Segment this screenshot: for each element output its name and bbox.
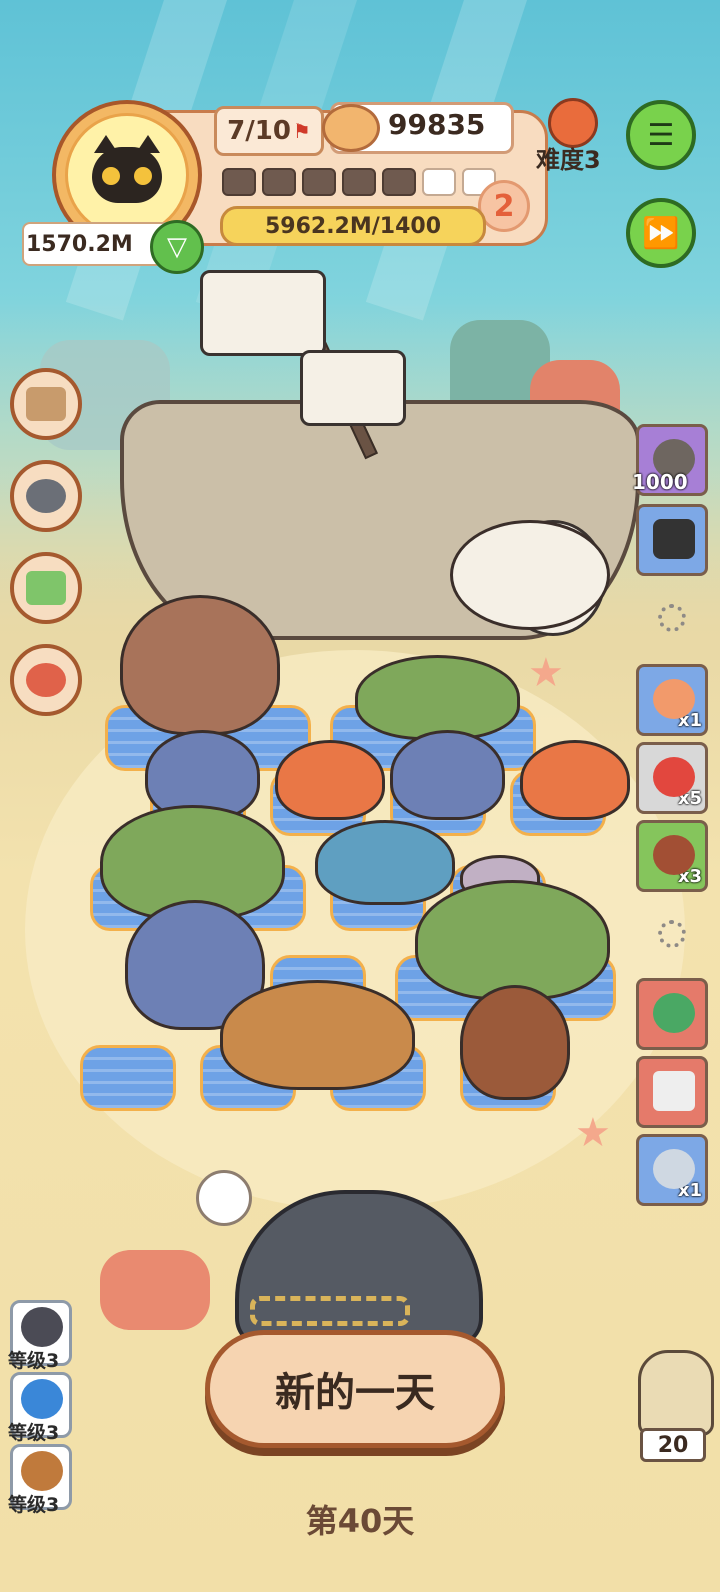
float-icon: [653, 757, 695, 797]
gear-icon: [658, 920, 686, 948]
toolkit-item[interactable]: [636, 1056, 708, 1128]
owl-count: 20: [640, 1428, 706, 1462]
item-price: 1000: [632, 470, 688, 494]
paw-icon: [134, 167, 152, 185]
pan-icon: [26, 479, 66, 513]
ship-sail: [200, 270, 326, 356]
cloud-icon: [21, 1379, 63, 1419]
progress-bar: 5962.2M/1400: [220, 206, 486, 246]
buzzer-tool-button[interactable]: [10, 644, 82, 716]
certificate-icon[interactable]: [196, 1170, 252, 1226]
level-segments: [222, 168, 496, 196]
meteor-item[interactable]: [636, 978, 708, 1050]
segment-filled: [342, 168, 376, 196]
paw-icon: [102, 167, 120, 185]
coral-decor: [100, 1250, 210, 1330]
fast-forward-button[interactable]: ⏩: [626, 198, 696, 268]
population-value: 7/10: [227, 116, 291, 146]
segment-filled: [222, 168, 256, 196]
flying-fish-icon: [653, 1149, 695, 1189]
expand-button[interactable]: ▽: [150, 220, 204, 274]
starfish-decor: ★: [528, 650, 564, 696]
black-cat-icon: [92, 135, 162, 203]
fishing-float-item[interactable]: x5: [636, 742, 708, 814]
box-icon: [26, 387, 66, 421]
level-label: 等级3: [8, 1350, 60, 1372]
camera-item[interactable]: [636, 504, 708, 576]
coins-value: 99835: [388, 108, 486, 141]
progress-text: 5962.2M/1400: [264, 213, 442, 239]
ichthyosaur-creature[interactable]: [315, 820, 455, 905]
ship-sail: [300, 350, 406, 426]
new-day-button[interactable]: 新的一天: [205, 1330, 505, 1448]
gear-icon: [658, 604, 686, 632]
owl-icon[interactable]: [638, 1350, 714, 1436]
lifebuoy-item[interactable]: x1: [636, 664, 708, 736]
can-coin-icon: [322, 104, 380, 152]
skull-icon: [21, 1451, 63, 1491]
bear-chain: [250, 1296, 410, 1326]
grid-tile[interactable]: [80, 1045, 176, 1111]
cash-value: 1570.2M: [26, 231, 133, 257]
brown-sloth-creature[interactable]: [120, 595, 280, 735]
camera-icon: [653, 519, 695, 559]
day-counter: 第40天: [305, 1502, 415, 1540]
buzzer-icon: [26, 663, 66, 697]
lifebuoy-icon: [653, 679, 695, 719]
box-tool-button[interactable]: [10, 368, 82, 440]
triceratops-creature[interactable]: [415, 880, 610, 1000]
flying-fish-item[interactable]: x1: [636, 1134, 708, 1206]
segment-filled: [262, 168, 296, 196]
segment-filled: [302, 168, 336, 196]
difficulty-label: 难度3: [536, 146, 601, 174]
meteor-icon: [653, 993, 695, 1033]
meat-icon: [653, 835, 695, 875]
chevron-down-icon: ▽: [167, 232, 187, 262]
orange-dino-creature[interactable]: [520, 740, 630, 820]
avatar-frame: [65, 113, 189, 237]
t-rex-creature[interactable]: [220, 980, 415, 1090]
flag-icon: ⚑: [292, 119, 311, 143]
gameboy-icon: [26, 571, 66, 605]
level-label: 等级3: [8, 1422, 60, 1444]
bird-creature[interactable]: [460, 985, 570, 1100]
orange-dino-creature[interactable]: [275, 740, 385, 820]
list-icon: ☰: [647, 117, 675, 153]
population-counter: 7/10 ⚑: [214, 106, 324, 156]
pterosaur-creature[interactable]: [450, 520, 610, 630]
ghost-icon: [21, 1307, 63, 1347]
new-day-label: 新的一天: [275, 1370, 435, 1416]
fast-forward-icon: ⏩: [642, 215, 680, 251]
starfish-decor: ★: [575, 1110, 611, 1156]
ammonite-creature[interactable]: [390, 730, 505, 820]
segment-empty: [422, 168, 456, 196]
meat-item[interactable]: x3: [636, 820, 708, 892]
menu-button[interactable]: ☰: [626, 100, 696, 170]
gameboy-tool-button[interactable]: [10, 552, 82, 624]
segment-filled: [382, 168, 416, 196]
pan-tool-button[interactable]: [10, 460, 82, 532]
ankylosaur-creature[interactable]: [355, 655, 520, 740]
toolkit-icon: [653, 1071, 695, 1111]
